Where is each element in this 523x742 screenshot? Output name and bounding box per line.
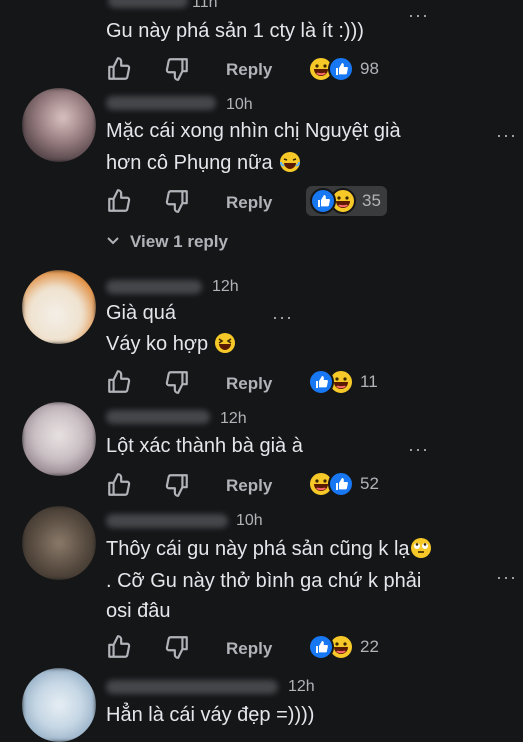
more-options-icon[interactable]: ··· xyxy=(272,308,293,326)
thumbs-down-icon[interactable] xyxy=(164,56,190,82)
avatar[interactable] xyxy=(22,270,96,344)
like-reaction-icon xyxy=(328,56,354,82)
comment-timestamp[interactable]: 10h xyxy=(226,96,253,114)
comment-timestamp[interactable]: 10h xyxy=(236,512,263,530)
more-options-icon[interactable]: ··· xyxy=(408,440,429,458)
reaction-summary[interactable]: 35 xyxy=(306,186,387,216)
face-with-rolling-eyes-emoji-icon xyxy=(410,538,431,558)
thumbs-up-icon[interactable] xyxy=(106,369,132,395)
avatar[interactable] xyxy=(22,88,96,162)
comment-text: Lột xác thành bà già à xyxy=(106,435,303,457)
thumbs-up-icon[interactable] xyxy=(106,472,132,498)
comment-text: Váy ko hợp xyxy=(106,329,236,359)
commenter-name[interactable] xyxy=(108,0,188,8)
tears-of-joy-emoji-icon xyxy=(279,152,300,172)
reply-button[interactable]: Reply xyxy=(226,374,272,394)
reaction-summary[interactable]: 98 xyxy=(308,54,379,84)
reaction-count: 22 xyxy=(360,637,379,656)
more-options-icon[interactable]: ··· xyxy=(496,568,517,586)
reply-button[interactable]: Reply xyxy=(226,60,272,80)
comment-timestamp[interactable]: 12h xyxy=(220,410,247,428)
commenter-name[interactable] xyxy=(106,96,216,110)
reaction-count: 98 xyxy=(360,59,379,78)
thumbs-down-icon[interactable] xyxy=(164,369,190,395)
like-reaction-icon xyxy=(310,188,336,214)
reaction-summary[interactable]: 11 xyxy=(308,367,378,397)
grinning-squinting-emoji-icon xyxy=(215,333,236,353)
comment-text: Hẳn là cái váy đẹp =)))) xyxy=(106,704,315,726)
comment-text: Mặc cái xong nhìn chị Nguyệt già xyxy=(106,120,401,142)
comment-timestamp[interactable]: 12h xyxy=(212,278,239,296)
reaction-count: 35 xyxy=(362,191,381,210)
avatar[interactable] xyxy=(22,402,96,476)
thumbs-down-icon[interactable] xyxy=(164,472,190,498)
comment-text: Già quá xyxy=(106,302,177,324)
comments-thread: 11h ··· Gu này phá sản 1 cty là ít :))) … xyxy=(0,0,523,742)
comment-timestamp[interactable]: 12h xyxy=(288,678,315,696)
reaction-count: 52 xyxy=(360,474,379,493)
comment-timestamp[interactable]: 11h xyxy=(192,0,218,12)
like-reaction-icon xyxy=(328,471,354,497)
commenter-name[interactable] xyxy=(106,680,278,694)
comment-text: . Cỡ Gu này thở bình ga chứ k phải xyxy=(106,570,422,592)
commenter-name[interactable] xyxy=(106,410,210,424)
view-replies-link[interactable]: View 1 reply xyxy=(106,232,228,252)
avatar[interactable] xyxy=(22,668,96,742)
comment-text: Thôy cái gu này phá sản cũng k lạ xyxy=(106,534,432,564)
more-options-icon[interactable]: ··· xyxy=(496,126,517,144)
thumbs-down-icon[interactable] xyxy=(164,634,190,660)
avatar[interactable] xyxy=(22,506,96,580)
thumbs-up-icon[interactable] xyxy=(106,634,132,660)
thumbs-down-icon[interactable] xyxy=(164,188,190,214)
thumbs-up-icon[interactable] xyxy=(106,56,132,82)
like-reaction-icon xyxy=(308,369,334,395)
like-reaction-icon xyxy=(308,634,334,660)
commenter-name[interactable] xyxy=(106,514,228,528)
more-options-icon[interactable]: ··· xyxy=(408,6,429,24)
reply-button[interactable]: Reply xyxy=(226,193,272,213)
comment-text: Gu này phá sản 1 cty là ít :))) xyxy=(106,20,364,42)
reaction-summary[interactable]: 52 xyxy=(308,469,379,499)
reaction-summary[interactable]: 22 xyxy=(308,632,379,662)
reply-button[interactable]: Reply xyxy=(226,476,272,496)
chevron-down-icon xyxy=(107,237,119,245)
comment-text: osi đâu xyxy=(106,600,171,622)
thumbs-up-icon[interactable] xyxy=(106,188,132,214)
reaction-count: 11 xyxy=(360,372,378,391)
comment-text: hơn cô Phụng nữa xyxy=(106,148,301,178)
reply-button[interactable]: Reply xyxy=(226,639,272,659)
commenter-name[interactable] xyxy=(106,280,202,294)
